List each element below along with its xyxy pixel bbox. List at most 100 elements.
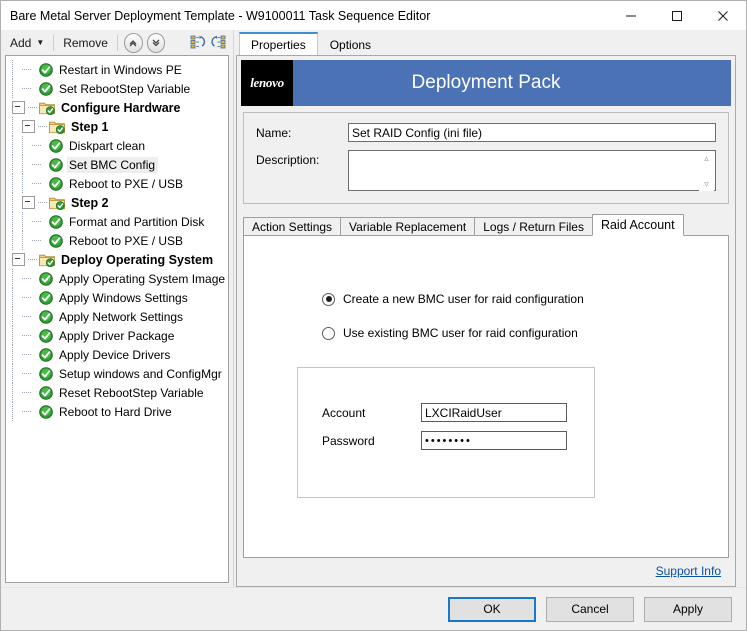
check-icon: [39, 328, 53, 343]
tree-item[interactable]: Apply Driver Package: [6, 326, 228, 345]
tree-item[interactable]: Apply Device Drivers: [6, 345, 228, 364]
tree-item-label: Apply Driver Package: [59, 328, 175, 343]
properties-pane: Properties Options lenovo Deployment Pac…: [233, 30, 746, 587]
task-sequence-tree[interactable]: Restart in Windows PE Set RebootStep Vari…: [5, 55, 229, 583]
close-icon[interactable]: [700, 1, 746, 30]
tree-item[interactable]: Restart in Windows PE: [6, 60, 228, 79]
tree-guide: [12, 402, 14, 421]
tree-guide: [12, 307, 14, 326]
tree-item[interactable]: Apply Operating System Image: [6, 269, 228, 288]
tree-item[interactable]: Reboot to PXE / USB: [6, 174, 228, 193]
tab-raid-account[interactable]: Raid Account: [591, 214, 684, 236]
tree-item[interactable]: Deploy Operating System: [6, 250, 228, 269]
window-title: Bare Metal Server Deployment Template - …: [10, 8, 431, 23]
check-icon: [49, 214, 63, 229]
radio-use-existing-bmc-user[interactable]: Use existing BMC user for raid configura…: [322, 326, 728, 340]
tree-connector: [22, 334, 31, 337]
description-row: Description: ▵ ▿: [256, 150, 716, 191]
property-tab-strip: Action Settings Variable Replacement Log…: [243, 214, 729, 236]
dialog-footer: OK Cancel Apply: [1, 587, 746, 630]
tree-expander-icon[interactable]: [22, 196, 35, 209]
chevron-up-icon[interactable]: ▵: [704, 154, 709, 163]
tree-item[interactable]: Apply Windows Settings: [6, 288, 228, 307]
tree-guide: [12, 174, 14, 193]
tree-connector: [22, 68, 31, 71]
radio-indicator-unselected[interactable]: [322, 326, 335, 340]
tree-connector: [22, 277, 31, 280]
minimize-icon[interactable]: [608, 1, 654, 30]
tree-item-label: Restart in Windows PE: [59, 62, 182, 77]
check-icon: [39, 62, 53, 77]
undo-sequence-icon[interactable]: [189, 34, 208, 52]
tree-guide: [22, 155, 24, 174]
tab-properties[interactable]: Properties: [239, 32, 318, 55]
tab-action-settings[interactable]: Action Settings: [243, 217, 342, 236]
maximize-icon[interactable]: [654, 1, 700, 30]
move-up-icon[interactable]: [123, 32, 143, 53]
chevron-down-icon: ▼: [36, 37, 45, 47]
password-input[interactable]: [421, 431, 567, 450]
tree-item[interactable]: Setup windows and ConfigMgr: [6, 364, 228, 383]
sequence-toolbar: Add ▼ Remove: [1, 30, 233, 55]
tree-item-label: Reset RebootStep Variable: [59, 385, 204, 400]
tree-guide: [12, 345, 14, 364]
account-input[interactable]: [421, 403, 567, 422]
check-icon: [49, 233, 63, 248]
ok-button[interactable]: OK: [448, 596, 536, 622]
tree-item[interactable]: Apply Network Settings: [6, 307, 228, 326]
toolbar-divider: [116, 34, 118, 51]
tree-connector: [22, 296, 31, 299]
cancel-button[interactable]: Cancel: [546, 596, 634, 622]
tree-item[interactable]: Diskpart clean: [6, 136, 228, 155]
tree-guide: [12, 212, 14, 231]
main-split: Add ▼ Remove Restart in Windows PE Set R…: [1, 30, 746, 587]
add-button[interactable]: Add ▼: [5, 34, 49, 52]
name-row: Name:: [256, 123, 716, 142]
description-scroll-arrows[interactable]: ▵ ▿: [699, 152, 714, 191]
tree-item[interactable]: Step 1: [6, 117, 228, 136]
tree-guide: [12, 383, 14, 402]
tree-item-label: Set RebootStep Variable: [59, 81, 191, 96]
tree-guide: [12, 193, 14, 212]
tree-expander-icon[interactable]: [22, 120, 35, 133]
lenovo-logo: lenovo: [241, 60, 293, 106]
tree-item[interactable]: Format and Partition Disk: [6, 212, 228, 231]
tree-guide: [22, 136, 24, 155]
tree-item-label: Apply Operating System Image: [59, 271, 226, 286]
apply-button[interactable]: Apply: [644, 596, 732, 622]
radio-indicator-selected[interactable]: [322, 292, 335, 306]
tree-item[interactable]: Set RebootStep Variable: [6, 79, 228, 98]
tab-options[interactable]: Options: [317, 34, 384, 55]
tree-expander-icon[interactable]: [12, 101, 25, 114]
check-icon: [39, 366, 53, 381]
description-input[interactable]: [349, 151, 715, 190]
tab-logs-return-files[interactable]: Logs / Return Files: [474, 217, 593, 236]
tree-item[interactable]: Reset RebootStep Variable: [6, 383, 228, 402]
tree-item[interactable]: Reboot to PXE / USB: [6, 231, 228, 250]
check-icon: [39, 309, 53, 324]
move-down-icon[interactable]: [146, 32, 166, 53]
tree-item[interactable]: Configure Hardware: [6, 98, 228, 117]
remove-button[interactable]: Remove: [58, 34, 113, 52]
toolbar-divider: [53, 34, 55, 51]
task-sequence-pane: Add ▼ Remove Restart in Windows PE Set R…: [1, 30, 233, 587]
name-input[interactable]: [348, 123, 716, 142]
chevron-down-icon[interactable]: ▿: [704, 180, 709, 189]
tree-connector: [32, 239, 41, 242]
support-info-link[interactable]: Support Info: [656, 564, 721, 578]
add-button-label: Add: [10, 35, 32, 50]
radio-create-new-bmc-user-label: Create a new BMC user for raid configura…: [343, 292, 584, 306]
tree-expander-icon[interactable]: [12, 253, 25, 266]
folder-check-icon: [39, 102, 55, 115]
radio-create-new-bmc-user[interactable]: Create a new BMC user for raid configura…: [322, 292, 728, 306]
tab-variable-replacement[interactable]: Variable Replacement: [340, 217, 476, 236]
check-icon: [49, 157, 63, 172]
tree-item[interactable]: Set BMC Config: [6, 155, 228, 174]
tree-item[interactable]: Reboot to Hard Drive: [6, 402, 228, 421]
tree-item[interactable]: Step 2: [6, 193, 228, 212]
redo-sequence-icon[interactable]: [209, 34, 228, 52]
task-sequence-editor-window: Bare Metal Server Deployment Template - …: [0, 0, 747, 631]
tree-guide: [22, 174, 24, 193]
tree-connector: [32, 220, 41, 223]
tree-item-label: Reboot to Hard Drive: [59, 404, 172, 419]
